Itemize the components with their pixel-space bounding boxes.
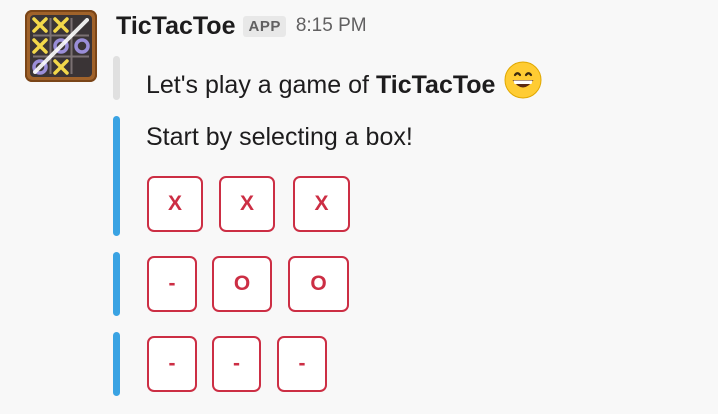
attachment-bar: [113, 252, 120, 316]
board-cell-2-2[interactable]: O: [212, 256, 272, 312]
timestamp[interactable]: 8:15 PM: [296, 15, 367, 37]
board-cell-2-3[interactable]: O: [288, 256, 349, 312]
attachment-bar: [113, 332, 120, 396]
message-header: TicTacToe APP 8:15 PM: [116, 8, 367, 44]
board-attachment-row-1: Start by selecting a box! X X X: [113, 116, 673, 236]
board-cell-2-1[interactable]: -: [147, 256, 197, 312]
app-name[interactable]: TicTacToe: [116, 12, 235, 41]
board-attachment-row-2: - O O: [113, 252, 673, 316]
intro-prefix: Let's play a game of: [146, 70, 369, 99]
board-cell-1-1[interactable]: X: [147, 176, 203, 232]
tictactoe-logo-icon: [30, 15, 92, 77]
intro-block: Let's play a game of TicTacToe: [113, 56, 673, 100]
board-cell-3-2[interactable]: -: [212, 336, 261, 392]
board-cell-1-3[interactable]: X: [293, 176, 350, 232]
intro-text: Let's play a game of TicTacToe: [146, 61, 542, 108]
quote-bar: [113, 56, 120, 100]
prompt-text: Start by selecting a box!: [146, 123, 413, 151]
board-attachment-row-3: - - -: [113, 332, 673, 396]
attachment-bar: [113, 116, 120, 236]
app-badge: APP: [243, 15, 286, 37]
intro-bold: TicTacToe: [375, 70, 496, 99]
board-cell-1-2[interactable]: X: [219, 176, 275, 232]
app-avatar[interactable]: [25, 10, 97, 82]
board-cell-3-1[interactable]: -: [147, 336, 197, 392]
board-cell-3-3[interactable]: -: [277, 336, 327, 392]
grinning-face-emoji-icon: [504, 61, 542, 108]
